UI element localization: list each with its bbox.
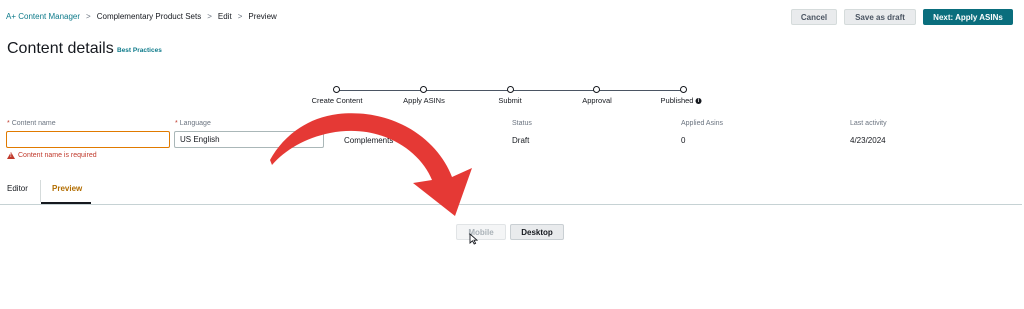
content-name-label: * Content name bbox=[7, 120, 56, 127]
warning-icon bbox=[7, 152, 15, 159]
step-label-approval: Approval bbox=[582, 96, 612, 105]
breadcrumb-item-product-sets[interactable]: Complementary Product Sets bbox=[97, 12, 202, 21]
content-type-label: Content Type bbox=[344, 120, 386, 127]
content-name-error-text: Content name is required bbox=[18, 152, 97, 159]
last-activity-label: Last activity bbox=[850, 120, 887, 127]
breadcrumb-separator: > bbox=[86, 12, 91, 21]
applied-asins-value: 0 bbox=[681, 136, 686, 145]
tab-divider bbox=[40, 180, 41, 202]
tab-editor[interactable]: Editor bbox=[7, 184, 28, 193]
language-select[interactable]: US English bbox=[174, 131, 324, 148]
mouse-cursor-icon bbox=[469, 233, 478, 245]
language-label: * Language bbox=[175, 120, 211, 127]
breadcrumb-separator: > bbox=[207, 12, 212, 21]
content-name-error: Content name is required bbox=[7, 152, 97, 159]
step-label-apply-asins: Apply ASINs bbox=[403, 96, 445, 105]
step-label-published-text: Published bbox=[660, 96, 694, 105]
breadcrumb: A+ Content Manager > Complementary Produ… bbox=[6, 12, 277, 21]
step-label-submit: Submit bbox=[498, 96, 522, 105]
info-icon[interactable]: i bbox=[695, 98, 702, 105]
step-dot-published bbox=[680, 86, 687, 93]
step-dot-create-content bbox=[333, 86, 340, 93]
top-actions: Cancel Save as draft Next: Apply ASINs bbox=[791, 9, 1013, 25]
step-label-published: Published i bbox=[661, 96, 702, 105]
cancel-button[interactable]: Cancel bbox=[791, 9, 837, 25]
best-practices-link[interactable]: Best Practices bbox=[117, 47, 162, 54]
desktop-preview-button[interactable]: Desktop bbox=[510, 224, 564, 240]
tab-preview[interactable]: Preview bbox=[52, 184, 82, 193]
step-dot-approval bbox=[593, 86, 600, 93]
breadcrumb-item-preview: Preview bbox=[248, 12, 277, 21]
content-name-input[interactable] bbox=[6, 131, 170, 148]
step-label-create-content: Create Content bbox=[311, 96, 363, 105]
step-dot-apply-asins bbox=[420, 86, 427, 93]
next-apply-asins-button[interactable]: Next: Apply ASINs bbox=[923, 9, 1013, 25]
section-divider bbox=[0, 204, 1022, 205]
applied-asins-label: Applied Asins bbox=[681, 120, 724, 127]
save-draft-button[interactable]: Save as draft bbox=[844, 9, 916, 25]
breadcrumb-item-content-manager[interactable]: A+ Content Manager bbox=[6, 12, 80, 21]
page-title: Content details bbox=[7, 40, 114, 57]
content-type-value: Complements bbox=[344, 136, 394, 145]
breadcrumb-item-edit[interactable]: Edit bbox=[218, 12, 232, 21]
status-label: Status bbox=[512, 120, 532, 127]
status-value: Draft bbox=[512, 136, 530, 145]
step-dot-submit bbox=[507, 86, 514, 93]
mobile-preview-button[interactable]: Mobile bbox=[456, 224, 506, 240]
last-activity-value: 4/23/2024 bbox=[850, 136, 886, 145]
breadcrumb-separator: > bbox=[237, 12, 243, 21]
